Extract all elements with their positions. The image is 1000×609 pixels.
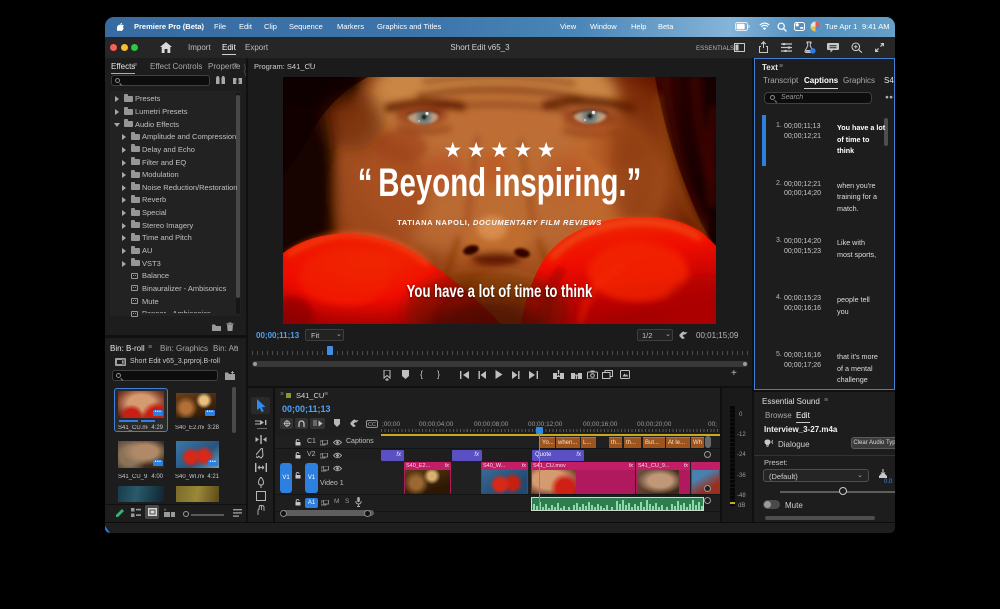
- svg-text:fr: fr: [164, 508, 167, 512]
- svg-text:12: 12: [235, 79, 240, 84]
- svg-text:CC: CC: [368, 422, 376, 428]
